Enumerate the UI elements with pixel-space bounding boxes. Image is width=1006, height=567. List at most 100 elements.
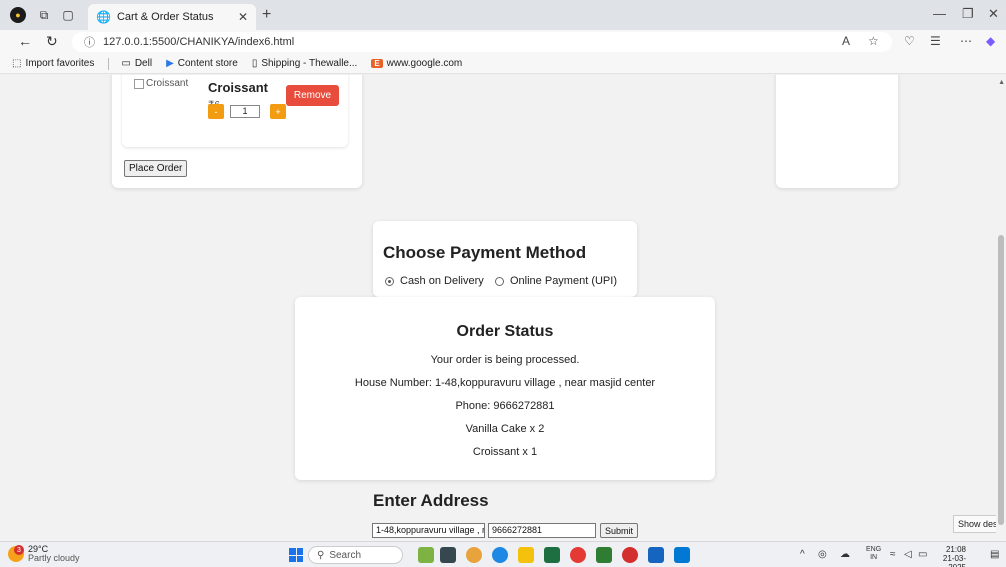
favorite-label: Dell xyxy=(134,58,153,69)
globe-icon: 🌐 xyxy=(96,10,111,24)
app-icon-3[interactable] xyxy=(466,547,482,563)
windows-start-icon[interactable] xyxy=(289,548,303,562)
search-icon: ⚲ xyxy=(317,549,325,561)
favorite-google[interactable]: E www.google.com xyxy=(371,58,462,69)
volume-icon[interactable]: ◁ xyxy=(904,549,912,560)
payment-option-cod[interactable]: Cash on Delivery xyxy=(385,275,484,287)
item-image: Croissant xyxy=(134,78,188,89)
browser-essentials-icon[interactable]: ♡ xyxy=(904,34,915,48)
new-tab-icon[interactable]: + xyxy=(262,6,271,24)
folder-icon: ▭ xyxy=(121,58,131,69)
lang-top: ENG xyxy=(866,546,882,553)
payment-title: Choose Payment Method xyxy=(383,243,587,262)
phone-input[interactable]: 9666272881 xyxy=(488,523,596,538)
image-alt-text: Croissant xyxy=(146,78,189,89)
taskbar-search[interactable]: ⚲ Search xyxy=(308,546,403,564)
weather-widget[interactable]: 3 29°C Partly cloudy xyxy=(8,545,80,563)
order-status-title: Order Status xyxy=(456,323,554,340)
remove-button[interactable]: Remove xyxy=(286,85,339,106)
language-indicator[interactable]: ENG IN xyxy=(866,546,881,562)
favorite-label: Content store xyxy=(177,58,238,69)
favorite-shipping[interactable]: ▯ Shipping - Thewalle... xyxy=(252,58,358,69)
decrease-quantity-button[interactable]: - xyxy=(208,104,224,119)
close-window-icon[interactable]: ✕ xyxy=(988,6,999,22)
lang-bottom: IN xyxy=(870,554,878,561)
profile-icon[interactable]: ● xyxy=(10,7,26,23)
copilot-icon[interactable]: ◆ xyxy=(986,34,995,48)
favorites-bar: ⬚ Import favorites ▭ Dell ▶ Content stor… xyxy=(0,54,1006,74)
url-text: 127.0.0.1:5500/CHANIKYA/index6.html xyxy=(103,36,295,48)
quantity-input[interactable]: 1 xyxy=(230,105,260,118)
favorite-content-store[interactable]: ▶ Content store xyxy=(166,58,238,69)
app-icon-2[interactable] xyxy=(440,547,456,563)
increase-quantity-button[interactable]: + xyxy=(270,104,286,119)
broken-image-icon xyxy=(134,78,144,89)
favorite-label: Shipping - Thewalle... xyxy=(261,58,358,69)
notifications-icon[interactable]: ▤ xyxy=(990,549,999,560)
page-scrollbar[interactable]: ▲ xyxy=(996,75,1006,541)
side-card xyxy=(776,75,898,188)
refresh-icon[interactable]: ↻ xyxy=(46,33,58,50)
status-message: Your order is being processed. xyxy=(430,354,580,366)
cart-card: Croissant Croissant ₹6 Remove - 1 + Plac… xyxy=(112,75,362,188)
info-icon[interactable]: ⓘ xyxy=(84,34,95,50)
file-explorer-icon[interactable] xyxy=(518,547,534,563)
app-icon-6[interactable] xyxy=(648,547,664,563)
place-order-button[interactable]: Place Order xyxy=(124,160,188,177)
url-field[interactable]: ⓘ 127.0.0.1:5500/CHANIKYA/index6.html xyxy=(72,32,892,52)
taskbar: 3 29°C Partly cloudy ⚲ Search ^ ◎ ☁ ENG … xyxy=(0,541,1006,567)
tray-app-icon[interactable]: ◎ xyxy=(818,549,827,560)
favorite-star-icon[interactable]: ☆ xyxy=(868,34,879,48)
chrome-icon[interactable] xyxy=(570,547,586,563)
payment-option-upi[interactable]: Online Payment (UPI) xyxy=(495,275,617,287)
status-item: Croissant x 1 xyxy=(472,446,538,458)
notification-badge: 3 xyxy=(14,545,24,555)
clock[interactable]: 21:08 21-03-2025 xyxy=(930,545,966,567)
play-icon: ▶ xyxy=(166,58,174,69)
page-icon: ▯ xyxy=(251,58,258,69)
weather-icon: 3 xyxy=(8,545,24,562)
radio-selected-icon[interactable] xyxy=(385,276,394,286)
favorites-icon[interactable]: ☰ xyxy=(930,34,941,48)
site-icon: E xyxy=(371,59,383,68)
edge-icon[interactable] xyxy=(492,547,508,563)
onedrive-icon[interactable]: ☁ xyxy=(840,549,850,560)
favorite-label: Import favorites xyxy=(25,58,95,69)
more-icon[interactable]: ⋯ xyxy=(960,34,972,48)
weather-desc: Partly cloudy xyxy=(28,553,80,563)
status-address: House Number: 1-48,koppuravuru village ,… xyxy=(354,377,656,389)
app-icon-1[interactable] xyxy=(418,547,434,563)
order-status-card: Order Status Your order is being process… xyxy=(295,297,715,480)
app-icon-5[interactable] xyxy=(596,547,612,563)
tab-actions-icon[interactable]: ▢ xyxy=(60,7,76,23)
workspaces-icon[interactable]: ⧉ xyxy=(36,7,52,23)
title-bar: ● ⧉ ▢ 🌐 Cart & Order Status ✕ + — ❐ ✕ xyxy=(0,0,1006,30)
address-title: Enter Address xyxy=(373,491,489,510)
page-viewport: Croissant Croissant ₹6 Remove - 1 + Plac… xyxy=(0,75,1006,541)
favorite-import[interactable]: ⬚ Import favorites xyxy=(12,58,94,69)
back-icon[interactable]: ← xyxy=(18,33,32,49)
wifi-icon[interactable]: ≈ xyxy=(890,549,896,560)
minimize-icon[interactable]: — xyxy=(933,6,946,21)
opera-icon[interactable] xyxy=(622,547,638,563)
clock-date: 21-03-2025 xyxy=(942,554,966,567)
payment-option-label: Cash on Delivery xyxy=(400,275,484,287)
favorite-dell[interactable]: ▭ Dell xyxy=(121,58,152,69)
tab-title: Cart & Order Status xyxy=(116,11,214,23)
app-icon-4[interactable] xyxy=(544,547,560,563)
submit-button[interactable]: Submit xyxy=(600,523,639,538)
browser-tab[interactable]: 🌐 Cart & Order Status ✕ xyxy=(88,4,256,30)
clock-time: 21:08 xyxy=(945,545,966,554)
favorite-label: www.google.com xyxy=(386,58,463,69)
battery-icon[interactable]: ▭ xyxy=(918,549,927,560)
chevron-up-icon[interactable]: ^ xyxy=(800,549,805,560)
close-tab-icon[interactable]: ✕ xyxy=(238,10,248,24)
address-input[interactable]: 1-48,koppuravuru village , r xyxy=(372,523,485,538)
status-item: Vanilla Cake x 2 xyxy=(465,423,545,435)
radio-icon[interactable] xyxy=(495,276,504,286)
read-aloud-icon[interactable]: A xyxy=(842,34,850,48)
scrollbar-thumb[interactable] xyxy=(998,235,1004,525)
vscode-icon[interactable] xyxy=(674,547,690,563)
scroll-up-icon[interactable]: ▲ xyxy=(998,79,1005,86)
restore-icon[interactable]: ❐ xyxy=(962,6,974,22)
